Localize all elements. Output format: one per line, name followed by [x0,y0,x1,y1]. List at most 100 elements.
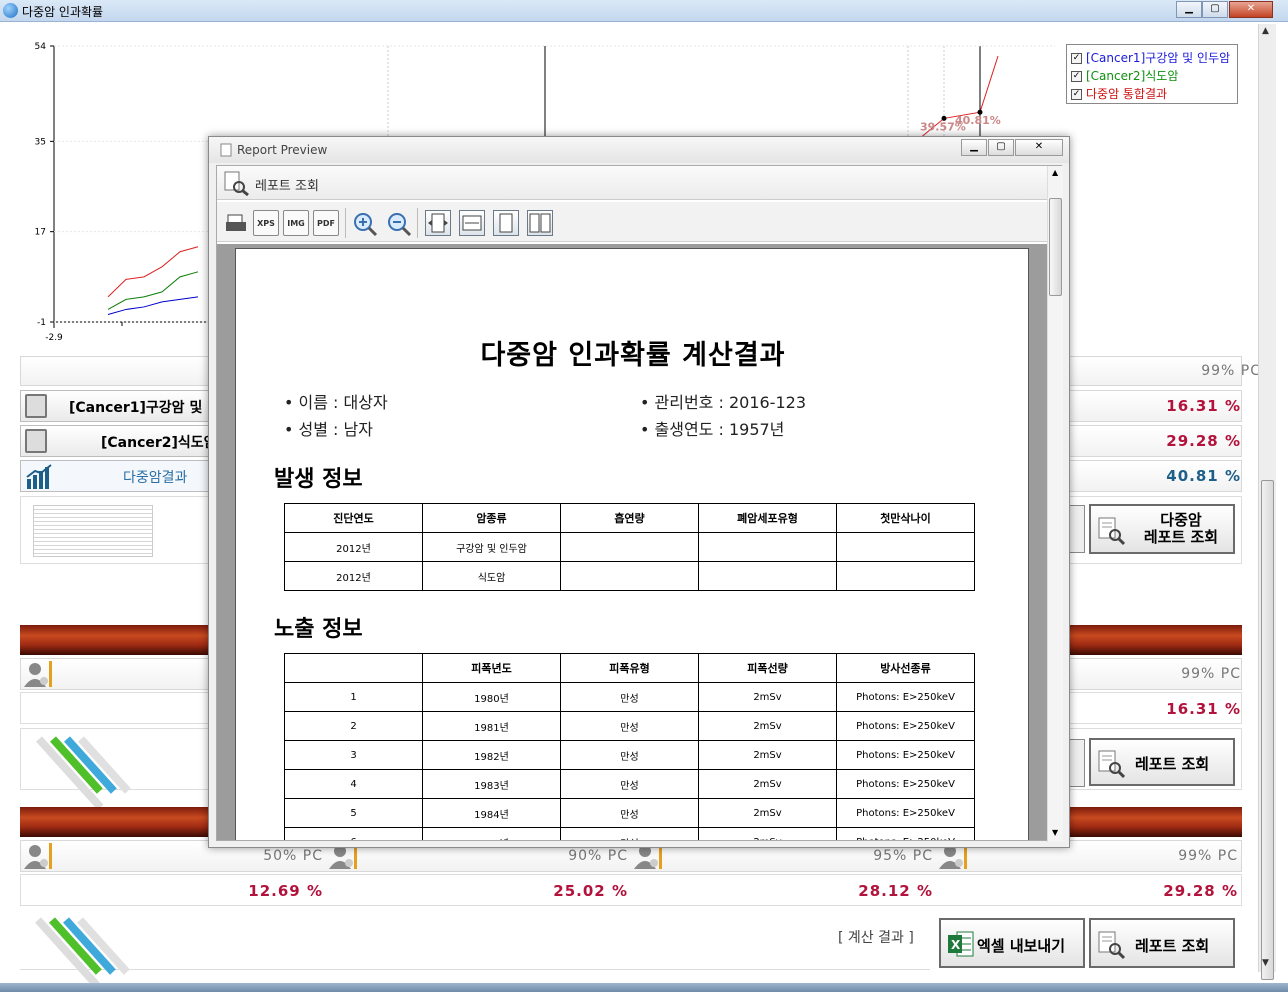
legend-checkbox-multi[interactable]: ✓ [1071,89,1082,100]
table-cell: 1985년 [422,827,561,840]
table-row: 5 1984년 만성 2mSv Photons: E>250keV [284,798,975,828]
table-cell [698,532,837,562]
exposure-header-cell: 피폭선량 [698,653,837,683]
excel-export-label: 엑셀 내보내기 [977,937,1066,955]
table-cell [560,532,699,562]
occurrence-header-cell: 진단연도 [284,503,423,533]
exposure-header-row: 피폭년도 피폭유형 피폭선량 방사선종류 [284,653,975,683]
table-cell [836,561,975,591]
occurrence-table: 진단연도 암종류 흡연량 폐암세포유형 첫만삭나이 2012년 구강암 및 인두… [284,503,975,591]
legend-label-cancer1: [Cancer1]구강암 및 인두암 [1086,51,1231,65]
table-cell: 1983년 [422,769,561,799]
cancer1-label: [Cancer1]구강암 및 인 [69,400,221,416]
table-cell: Photons: E>250keV [836,740,975,770]
series-line-3 [107,246,199,298]
table-cell: 만성 [560,827,699,840]
taskbar [0,983,1288,992]
exposure-header-cell: 피폭유형 [560,653,699,683]
zoom-in-icon [354,213,378,237]
table-cell: 1982년 [422,740,561,770]
legend-item-multi[interactable]: ✓ 다중암 통합결과 [1071,85,1167,101]
fit-width-icon [462,215,482,231]
excel-icon: X [948,931,974,957]
cancer2-button[interactable]: [Cancer2]식도암 [20,425,220,457]
maximize-button[interactable]: ▢ [1202,1,1228,18]
zoom-out-button[interactable] [385,210,412,237]
multi-report-label: 다중암 레포트 조회 [1131,512,1231,546]
table-cell: 6 [284,827,423,840]
table-cell: 2 [284,711,423,741]
scroll-up-arrow-icon[interactable]: ▲ [1052,168,1058,177]
report-name: • 이름 : 대상자 [284,393,388,412]
scroll-down-arrow-icon[interactable]: ▼ [1052,828,1058,837]
occurrence-section-title: 발생 정보 [274,467,363,492]
multi-report-label-line1: 다중암 [1160,511,1202,529]
report-search-icon [1098,750,1125,779]
occurrence-header-cell: 첫만삭나이 [836,503,975,533]
legend-item-cancer1[interactable]: ✓ [Cancer1]구강암 및 인두암 [1071,49,1230,65]
report-title: 다중암 인과확률 계산결과 [480,340,786,371]
two-pages-button[interactable] [527,210,553,236]
export-xps-button[interactable]: XPS [253,210,279,236]
table-cell [560,561,699,591]
report-mgmt-no: • 관리번호 : 2016-123 [640,393,806,412]
calc-result-label: [ 계산 결과 ] [838,930,914,946]
exposure-header-cell: 방사선종류 [836,653,975,683]
pc-marker [49,661,52,687]
multi-result-button[interactable]: 다중암결과 [20,460,220,492]
table-row: 4 1983년 만성 2mSv Photons: E>250keV [284,769,975,799]
minimize-button[interactable]: ▁ [1176,1,1202,18]
excel-export-button[interactable]: X 엑셀 내보내기 [939,918,1085,968]
table-row: 1 1980년 만성 2mSv Photons: E>250keV [284,682,975,712]
person-percent-icon [24,845,48,869]
y-tick-label: 35 [35,137,46,147]
report-preview-area[interactable]: 다중암 인과확률 계산결과 • 이름 : 대상자 • 성별 : 남자 • 관리번… [217,244,1055,840]
scroll-up-arrow-icon[interactable]: ▲ [1262,26,1269,36]
two-pages-icon [529,213,551,233]
single-page-button[interactable] [493,210,519,236]
scroll-down-arrow-icon[interactable]: ▼ [1262,958,1269,968]
section3-report-button[interactable]: 레포트 조회 [1089,918,1235,968]
legend-checkbox-cancer2[interactable]: ✓ [1071,71,1082,82]
clipboard-check-icon [25,429,47,453]
table-cell: Photons: E>250keV [836,769,975,799]
export-pdf-button[interactable]: PDF [313,210,339,236]
section2-pc99-label: 99% PC [1181,666,1241,682]
exposure-table: 피폭년도 피폭유형 피폭선량 방사선종류 1 1980년 만성 2mSv Photons… [284,653,975,840]
report-thumbnail-image [33,505,153,557]
series-line-1 [107,296,199,315]
pc50-value: 12.69 % [248,882,323,900]
legend-label-cancer2: [Cancer2]식도암 [1086,69,1179,83]
legend-item-cancer2[interactable]: ✓ [Cancer2]식도암 [1071,67,1178,83]
print-button[interactable] [223,210,249,236]
zoom-in-button[interactable] [351,210,378,237]
table-cell: 만성 [560,769,699,799]
fit-page-button[interactable] [425,210,451,236]
report-birth-year: • 출생연도 : 1957년 [640,420,785,439]
window-title: 다중암 인과확률 [22,5,104,19]
main-vertical-scrollbar[interactable]: ▲ ▼ [1258,24,1276,980]
multi-report-button[interactable]: 다중암 레포트 조회 [1089,504,1235,554]
main-scroll-thumb[interactable] [1261,480,1274,980]
section2-report-button[interactable]: 레포트 조회 [1089,738,1235,786]
dialog-minimize-button[interactable]: ▁ [961,139,987,156]
cancer1-button[interactable]: [Cancer1]구강암 및 인 [20,390,220,422]
table-cell: 2mSv [698,798,837,828]
close-button[interactable]: ✕ [1229,1,1273,18]
legend-checkbox-cancer1[interactable]: ✓ [1071,53,1082,64]
preview-scroll-thumb[interactable] [1049,198,1062,296]
dialog-maximize-button[interactable]: ▢ [988,139,1014,156]
fit-width-button[interactable] [459,210,485,236]
dialog-close-button[interactable]: ✕ [1015,139,1063,156]
table-cell: Photons: E>250keV [836,682,975,712]
report-page: 다중암 인과확률 계산결과 • 이름 : 대상자 • 성별 : 남자 • 관리번… [235,248,1029,840]
zoom-out-icon [388,213,412,237]
preview-vertical-scrollbar[interactable]: ▲ ▼ [1047,166,1063,842]
export-img-button[interactable]: IMG [283,210,309,236]
multi-result-label: 다중암결과 [123,470,188,486]
y-tick-label: 54 [35,42,47,52]
table-cell: 3 [284,740,423,770]
section3-result-panel: [ 계산 결과 ] [20,910,930,992]
pc90-label: 90% PC [568,848,628,864]
section2-report-label: 레포트 조회 [1135,755,1210,773]
